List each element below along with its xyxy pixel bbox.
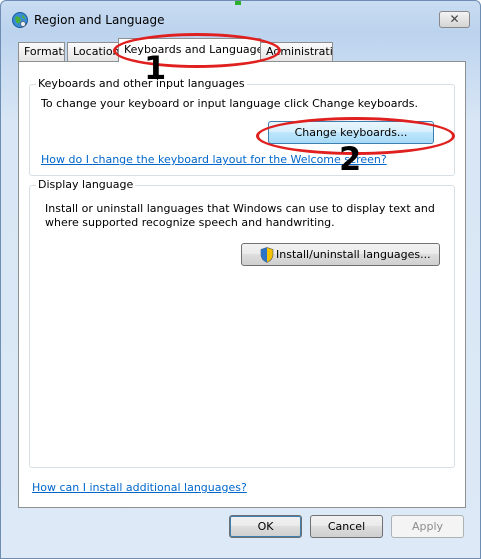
tab-administrative-label: Administrative	[266, 45, 333, 58]
keyboards-group-title: Keyboards and other input languages	[36, 77, 247, 90]
ok-button[interactable]: OK	[229, 515, 302, 538]
tab-administrative[interactable]: Administrative	[260, 42, 333, 62]
apply-button[interactable]: Apply	[391, 515, 464, 538]
title-bar[interactable]: Region and Language ✕	[1, 1, 480, 37]
tab-location[interactable]: Location	[67, 42, 119, 62]
display-description-line1: Install or uninstall languages that Wind…	[45, 202, 435, 215]
install-uninstall-languages-button[interactable]: Install/uninstall languages...	[241, 243, 440, 266]
cancel-label: Cancel	[327, 520, 366, 533]
keyboards-groupbox: Keyboards and other input languages To c…	[29, 77, 455, 176]
install-uninstall-label: Install/uninstall languages...	[276, 248, 431, 261]
tab-content-panel: Keyboards and other input languages To c…	[18, 61, 466, 508]
display-description-line2: where supported recognize speech and han…	[45, 216, 335, 229]
close-icon: ✕	[449, 12, 460, 26]
tab-formats[interactable]: Formats	[18, 42, 65, 62]
annotation-number-1: 1	[144, 49, 167, 87]
change-keyboards-label: Change keyboards...	[294, 126, 408, 139]
uac-shield-icon	[260, 247, 274, 263]
tab-formats-label: Formats	[24, 45, 65, 58]
cancel-button[interactable]: Cancel	[310, 515, 383, 538]
keyboards-description: To change your keyboard or input languag…	[41, 97, 418, 110]
tab-location-label: Location	[73, 45, 119, 58]
display-group-title: Display language	[36, 178, 136, 191]
window-title: Region and Language	[34, 13, 165, 27]
display-language-groupbox: Display language Install or uninstall la…	[29, 178, 455, 468]
install-additional-languages-link[interactable]: How can I install additional languages?	[32, 481, 247, 495]
close-button[interactable]: ✕	[439, 11, 470, 28]
annotation-number-2: 2	[339, 140, 362, 178]
apply-label: Apply	[411, 520, 444, 533]
ok-label: OK	[257, 520, 274, 533]
globe-icon	[12, 12, 28, 28]
region-language-dialog: Region and Language ✕ Formats Location K…	[0, 0, 481, 559]
keyboard-layout-help-link[interactable]: How do I change the keyboard layout for …	[41, 153, 387, 167]
tab-keyboards-and-languages[interactable]: Keyboards and Languages	[118, 38, 261, 62]
